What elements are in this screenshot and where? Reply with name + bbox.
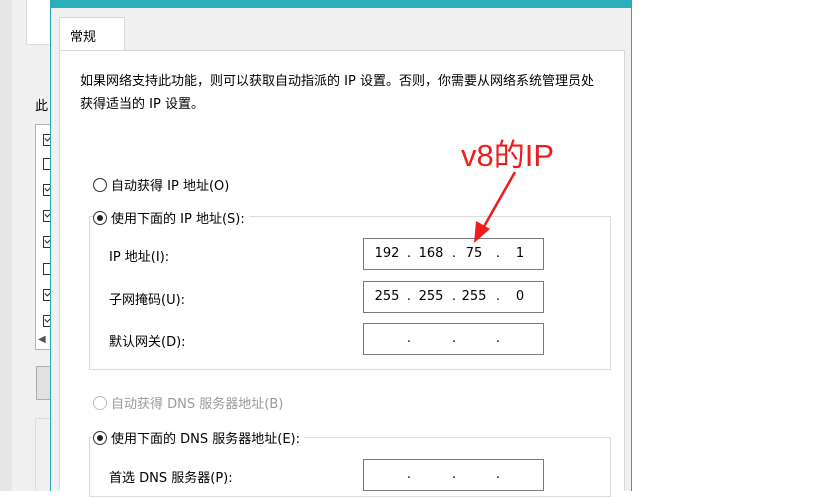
background-window: 此 ◀ xyxy=(0,0,51,491)
background-window-top-box xyxy=(26,0,50,45)
ip-dot: . xyxy=(495,467,501,482)
manual-ip-label: 使用下面的 IP 地址(S): xyxy=(111,212,245,227)
auto-ip-radio[interactable]: 自动获得 IP 地址(O) xyxy=(93,175,229,194)
ip-octet: 168 xyxy=(418,246,444,261)
auto-ip-label: 自动获得 IP 地址(O) xyxy=(111,179,230,194)
annotation-label: v8的IP xyxy=(461,138,555,173)
auto-dns-label: 自动获得 DNS 服务器地址(B) xyxy=(111,397,284,412)
background-window-group xyxy=(35,418,50,491)
ip-dot: . xyxy=(495,246,501,261)
background-window-frame xyxy=(0,0,12,491)
preferred-dns-input[interactable]: . . . xyxy=(363,459,544,491)
ip-dot: . xyxy=(495,331,501,346)
subnet-mask-input[interactable]: 255 . 255 . 255 . 0 xyxy=(363,281,544,313)
manual-dns-radio[interactable]: 使用下面的 DNS 服务器地址(E): xyxy=(93,428,304,447)
dialog-titlebar xyxy=(51,0,631,8)
ip-octet: 255 xyxy=(418,289,444,304)
ip-octet: 75 xyxy=(465,246,483,261)
ip-dot: . xyxy=(406,467,412,482)
ip-dot: . xyxy=(406,246,412,261)
radio-checked-icon xyxy=(93,430,107,445)
scroll-left-icon[interactable]: ◀ xyxy=(38,334,46,345)
ip-dot: . xyxy=(495,289,501,304)
ip-dot: . xyxy=(406,289,412,304)
manual-ip-group: IP 地址(I): 192 . 168 . 75 . 1 子网掩码(U): 25… xyxy=(89,216,611,370)
ip-octet: 255 xyxy=(461,289,487,304)
ip-octet: 255 xyxy=(374,289,400,304)
auto-dns-radio: 自动获得 DNS 服务器地址(B) xyxy=(93,393,283,412)
ip-address-label: IP 地址(I): xyxy=(109,250,170,265)
preferred-dns-label: 首选 DNS 服务器(P): xyxy=(109,471,233,486)
radio-checked-icon xyxy=(93,210,107,225)
manual-ip-radio[interactable]: 使用下面的 IP 地址(S): xyxy=(93,208,249,227)
ipv4-properties-dialog: 常规 如果网络支持此功能，则可以获取自动指派的 IP 设置。否则，你需要从网络系… xyxy=(50,0,632,497)
subnet-mask-label: 子网掩码(U): xyxy=(109,293,186,308)
manual-dns-label: 使用下面的 DNS 服务器地址(E): xyxy=(111,432,300,447)
ip-address-input[interactable]: 192 . 168 . 75 . 1 xyxy=(363,238,544,270)
radio-disabled-icon xyxy=(93,395,107,410)
description-text: 如果网络支持此功能，则可以获取自动指派的 IP 设置。否则，你需要从网络系统管理… xyxy=(80,74,594,112)
background-window-button[interactable] xyxy=(36,366,50,400)
background-window-label: 此 xyxy=(35,99,49,114)
ip-octet: 0 xyxy=(515,289,525,304)
radio-icon xyxy=(93,177,107,192)
ip-dot: . xyxy=(406,331,412,346)
ip-octet: 1 xyxy=(515,246,525,261)
tab-general[interactable]: 常规 xyxy=(59,17,125,51)
ip-dot: . xyxy=(451,331,457,346)
default-gateway-input[interactable]: . . . xyxy=(363,323,544,355)
default-gateway-label: 默认网关(D): xyxy=(109,335,186,350)
ip-octet: 192 xyxy=(374,246,400,261)
general-tab-panel: 如果网络支持此功能，则可以获取自动指派的 IP 设置。否则，你需要从网络系统管理… xyxy=(59,50,625,497)
ip-dot: . xyxy=(451,467,457,482)
